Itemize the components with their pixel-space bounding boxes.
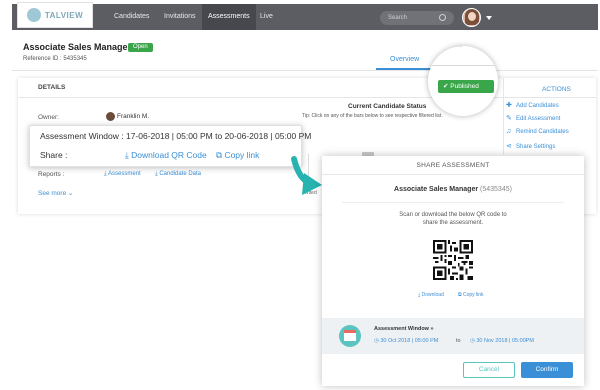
- search-icon: [439, 14, 446, 21]
- modal-download-label: Download: [421, 292, 444, 298]
- owner-label: Owner:: [38, 114, 59, 121]
- assessment-window-label: Assessment Window: [374, 326, 429, 332]
- top-nav: Candidates Invitations Assessments Live …: [12, 4, 598, 30]
- owner-name: Franklin M.: [117, 113, 150, 120]
- search-placeholder: Search: [388, 15, 408, 21]
- window-start-label: 30 Oct 2018 | 05:00 PM: [380, 338, 439, 344]
- assessment-window-line: Assessment Window : 17-06-2018 | 05:00 P…: [40, 131, 312, 141]
- details-label: DETAILS: [38, 84, 66, 91]
- share-popup: Assessment Window : 17-06-2018 | 05:00 P…: [29, 125, 311, 167]
- chevron-down-icon: ⌄: [68, 190, 74, 197]
- published-label: Published: [450, 83, 479, 90]
- report-assessment-link[interactable]: ⤓ Assessment: [104, 171, 141, 178]
- panel-header: DETAILS: [18, 78, 596, 98]
- reports-label: Reports :: [38, 171, 65, 178]
- modal-copy-link-label: Copy link: [462, 292, 484, 298]
- report-candidate-data-link[interactable]: ⤓ Candidate Data: [155, 171, 201, 178]
- confirm-button[interactable]: Confirm: [521, 362, 573, 378]
- window-end[interactable]: ◷ 30 Nov 2018 | 05:00PM: [470, 338, 534, 344]
- action-remind-candidates-label: Remind Candidates: [516, 129, 569, 135]
- calendar-page: [344, 330, 356, 341]
- nav-live[interactable]: Live: [254, 4, 279, 30]
- modal-job-name: Associate Sales Manager: [394, 186, 479, 193]
- chart-tip: Tip: Click on any of the bars below to s…: [302, 113, 443, 119]
- window-start[interactable]: ◷ 30 Oct 2018 | 05:00 PM: [374, 338, 438, 344]
- modal-divider: [342, 202, 564, 203]
- actions-divider: [503, 78, 504, 154]
- action-add-candidates-label: Add Candidates: [516, 103, 559, 109]
- qr-code-icon: [433, 240, 473, 280]
- search-input[interactable]: Search: [380, 11, 454, 25]
- magnified-divider: [428, 65, 498, 66]
- scan-instruction-line-1: Scan or download the below QR code to: [399, 212, 507, 218]
- action-remind-candidates[interactable]: ♫ Remind Candidates: [506, 128, 569, 135]
- page-title: Associate Sales Manager: [23, 42, 132, 52]
- candidate-status-title: Current Candidate Status: [348, 103, 427, 110]
- modal-download-link[interactable]: ⤓ Download: [418, 292, 444, 298]
- action-edit-assessment[interactable]: ✎ Edit Assessment: [506, 114, 560, 122]
- action-edit-assessment-label: Edit Assessment: [516, 116, 561, 122]
- window-end-label: 30 Nov 2018 | 05:00PM: [476, 338, 535, 344]
- tab-overview[interactable]: Overview: [390, 56, 419, 63]
- nav-invitations[interactable]: Invitations: [158, 4, 202, 30]
- chevron-right-icon: »: [430, 326, 434, 332]
- logo-mark-icon: [26, 8, 41, 22]
- plus-icon: ✚: [506, 102, 512, 109]
- modal-divider: [322, 174, 584, 175]
- modal-copy-link[interactable]: ⧉ Copy link: [458, 292, 484, 298]
- see-more-link[interactable]: See more ⌄: [38, 189, 73, 197]
- modal-job-title: Associate Sales Manager (5435345): [322, 186, 584, 193]
- header-divider: [12, 70, 598, 71]
- modal-job-id: (5435345): [480, 186, 512, 193]
- reference-id: Reference ID : 5435345: [23, 56, 87, 62]
- action-add-candidates[interactable]: ✚ Add Candidates: [506, 101, 559, 109]
- nav-candidates[interactable]: Candidates: [108, 4, 155, 30]
- download-qr-label: Download QR Code: [131, 150, 207, 160]
- logo[interactable]: TALVIEW: [17, 2, 93, 28]
- calendar-icon: [339, 325, 361, 347]
- report-assessment-label: Assessment: [108, 171, 141, 177]
- assessment-window-title[interactable]: Assessment Window »: [374, 326, 434, 332]
- window-to-word: to: [456, 338, 461, 344]
- share-icon: ⋖: [506, 143, 512, 150]
- published-badge: ✔ Published: [438, 80, 494, 93]
- actions-label: ACTIONS: [542, 86, 571, 93]
- share-label: Share :: [40, 150, 68, 160]
- copy-link[interactable]: ⧉ Copy link: [216, 150, 259, 161]
- see-more-label: See more: [38, 190, 67, 197]
- assessment-window-box: Assessment Window » ◷ 30 Oct 2018 | 05:0…: [322, 318, 584, 354]
- logo-text: TALVIEW: [44, 10, 84, 20]
- chevron-down-icon[interactable]: [486, 16, 492, 20]
- report-candidate-data-label: Candidate Data: [159, 171, 202, 177]
- modal-title: SHARE ASSESSMENT: [416, 162, 490, 169]
- user-avatar[interactable]: [462, 8, 481, 27]
- cancel-button[interactable]: Cancel: [463, 362, 515, 378]
- download-qr-link[interactable]: ⤓ Download QR Code: [125, 150, 207, 161]
- copy-link-label: Copy link: [224, 150, 260, 160]
- magnifier-callout: andidate ✔ Published: [428, 46, 498, 116]
- action-share-settings-label: Share Settings: [516, 144, 556, 150]
- edit-icon: ✎: [506, 115, 512, 122]
- nav-assessments[interactable]: Assessments: [202, 4, 256, 30]
- scan-instruction-line-2: share the assessment.: [422, 220, 484, 226]
- action-share-settings[interactable]: ⋖ Share Settings: [506, 142, 555, 150]
- avatar-face: [468, 12, 476, 21]
- owner-avatar: [106, 112, 115, 121]
- screenshot-stage: Candidates Invitations Assessments Live …: [0, 0, 600, 390]
- arrow-icon: [291, 156, 322, 195]
- share-assessment-modal: SHARE ASSESSMENT Associate Sales Manager…: [322, 156, 584, 386]
- magnified-tab-partial: andidate: [432, 46, 463, 49]
- status-badge: Open: [128, 43, 153, 52]
- bell-icon: ♫: [506, 128, 512, 135]
